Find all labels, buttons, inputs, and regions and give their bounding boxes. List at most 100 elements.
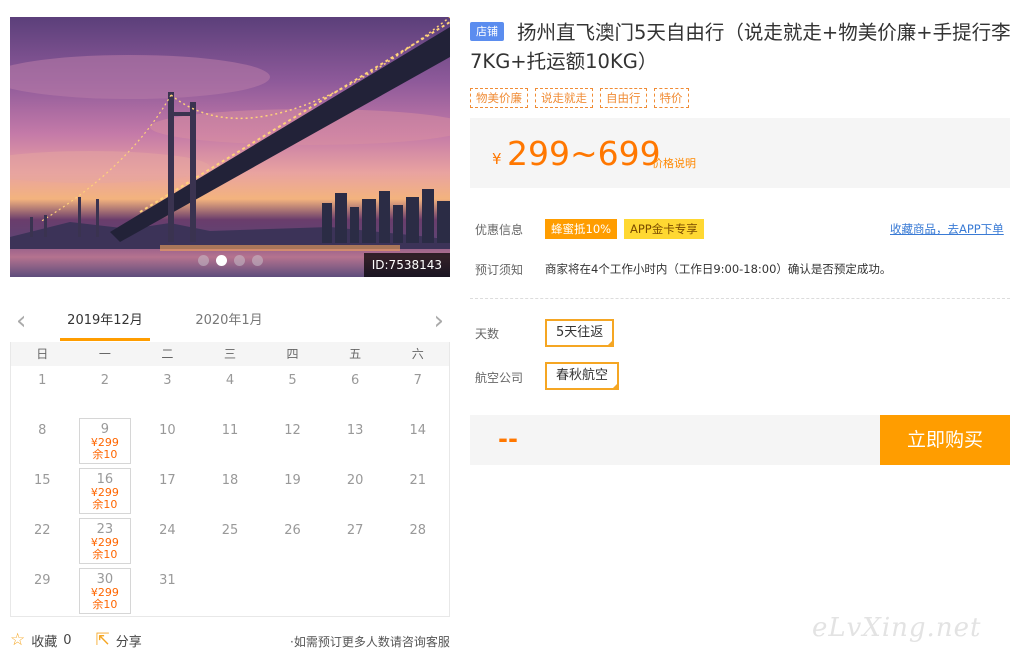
promo-badge-app: APP金卡专享: [624, 219, 704, 239]
weekday-label: 三: [223, 347, 236, 361]
day-stock: 余10: [92, 448, 118, 461]
calendar-day: 8: [11, 416, 74, 466]
days-option-selected[interactable]: 5天往返: [545, 319, 615, 347]
booking-calendar: 日 一 二 三 四 五 六 1 2 3 4 5 6 7 8 9 ¥299 余10 10 11 12 13 14…: [10, 342, 450, 617]
tag: 特价: [653, 88, 689, 108]
star-outline-icon: ☆: [10, 630, 26, 650]
day-number: 8: [38, 423, 47, 438]
day-stock: 余10: [92, 548, 118, 561]
tag: 物美价廉: [470, 88, 528, 108]
weekday-label: 二: [161, 347, 174, 361]
day-number: 7: [413, 373, 422, 388]
currency-symbol: ¥: [492, 150, 502, 168]
notice-label: 预订须知: [475, 263, 524, 277]
calendar-day: 7: [386, 366, 449, 416]
day-number: 11: [221, 423, 239, 438]
tab-month-current[interactable]: 2019年12月: [60, 312, 150, 341]
calendar-day: 19: [261, 466, 324, 516]
calendar-day-available[interactable]: 30 ¥299 余10: [78, 568, 132, 614]
day-number: 25: [221, 523, 239, 538]
tag: 说走就走: [535, 88, 593, 108]
day-number: 6: [350, 373, 360, 388]
product-title: 扬州直飞澳门5天自由行（说走就走+物美价廉+手提行李7KG+托运额10KG）: [470, 21, 1011, 73]
day-number: 29: [34, 573, 51, 588]
total-price: --: [498, 425, 518, 453]
favorite-button[interactable]: ☆ 收藏 0: [10, 630, 72, 650]
day-number: 23: [96, 522, 114, 537]
product-hero-image[interactable]: ID:7538143: [10, 17, 450, 277]
price-panel: ¥ 299~699 价格说明: [470, 118, 1010, 188]
favorite-label: 收藏: [31, 634, 58, 650]
calendar-day: 17: [136, 466, 199, 516]
day-number: 24: [159, 523, 176, 538]
calendar-day: 25: [199, 516, 262, 566]
buy-now-button[interactable]: 立即购买: [880, 415, 1010, 465]
day-number: 31: [159, 573, 176, 588]
slide-indicator: [198, 255, 263, 266]
calendar-nav: ‹ 2019年12月 2020年1月 ›: [10, 306, 450, 342]
calendar-day: 18: [199, 466, 262, 516]
day-number: 27: [346, 523, 364, 538]
day-number: 17: [159, 473, 176, 488]
product-id-badge: ID:7538143: [363, 253, 450, 277]
weekday-label: 日: [36, 347, 49, 361]
promo-label: 优惠信息: [475, 223, 524, 237]
day-number: 12: [284, 423, 301, 438]
calendar-day-available[interactable]: 23 ¥299 余10: [78, 518, 132, 564]
day-number: 20: [346, 473, 364, 488]
day-number: 13: [346, 423, 364, 438]
calendar-day: 10: [136, 416, 199, 466]
day-number: 19: [284, 473, 301, 488]
weekday-label: 四: [286, 347, 299, 361]
calendar-day: 15: [11, 466, 74, 516]
tag: 自由行: [600, 88, 647, 108]
contact-note: ·如需预订更多人数请咨询客服: [290, 635, 450, 649]
product-page: ID:7538143 ‹ 2019年12月 2020年1月 › 日 一 二 三 …: [0, 0, 1020, 663]
booking-notice: 商家将在4个工作小时内（工作日9:00-18:00）确认是否预定成功。: [545, 262, 892, 276]
slide-dot[interactable]: [198, 255, 209, 266]
calendar-day: 11: [199, 416, 262, 466]
calendar-day-available[interactable]: 16 ¥299 余10: [78, 468, 132, 514]
calendar-day: 3: [136, 366, 199, 416]
calendar-weekday-header: 日 一 二 三 四 五 六: [11, 342, 449, 366]
calendar-day-available[interactable]: 9 ¥299 余10: [78, 418, 132, 464]
day-stock: 余10: [92, 498, 118, 511]
calendar-day: 14: [386, 416, 449, 466]
site-watermark: eLvXing.net: [812, 613, 982, 643]
chevron-left-icon[interactable]: ‹: [16, 308, 26, 334]
day-stock: 余10: [92, 598, 118, 611]
weekday-label: 五: [349, 347, 362, 361]
calendar-day: 1: [11, 366, 74, 416]
weekday-label: 一: [98, 347, 111, 361]
share-icon: ⇱: [95, 630, 110, 650]
days-label: 天数: [475, 327, 500, 341]
favorite-app-link[interactable]: 收藏商品，去APP下单: [890, 221, 1004, 237]
day-number: 2: [100, 373, 109, 388]
day-number: 15: [34, 473, 51, 488]
chevron-right-icon[interactable]: ›: [434, 308, 444, 334]
calendar-day: 26: [261, 516, 324, 566]
calendar-day: 21: [386, 466, 449, 516]
calendar-day: 22: [11, 516, 74, 566]
calendar-day: 28: [386, 516, 449, 566]
tab-month-next[interactable]: 2020年1月: [184, 312, 274, 341]
slide-dot[interactable]: [252, 255, 263, 266]
share-button[interactable]: ⇱ 分享: [96, 630, 142, 650]
airline-label: 航空公司: [475, 371, 524, 385]
day-number: 26: [284, 523, 301, 538]
favorite-count: 0: [63, 632, 72, 648]
action-bar: ☆ 收藏 0 ⇱ 分享: [10, 630, 166, 650]
slide-dot-active[interactable]: [216, 255, 227, 266]
slide-dot[interactable]: [234, 255, 245, 266]
price-explanation-link[interactable]: 价格说明: [652, 155, 696, 171]
day-number: 3: [163, 373, 172, 388]
bridge-illustration: [10, 17, 450, 277]
calendar-day: 12: [261, 416, 324, 466]
purchase-bar: --: [470, 415, 880, 465]
share-label: 分享: [115, 634, 142, 650]
day-number: 21: [409, 473, 426, 488]
day-number: 10: [159, 423, 176, 438]
store-badge: 店铺: [470, 22, 504, 41]
price-range: 299~699: [507, 134, 661, 173]
airline-option-selected[interactable]: 春秋航空: [545, 362, 620, 390]
